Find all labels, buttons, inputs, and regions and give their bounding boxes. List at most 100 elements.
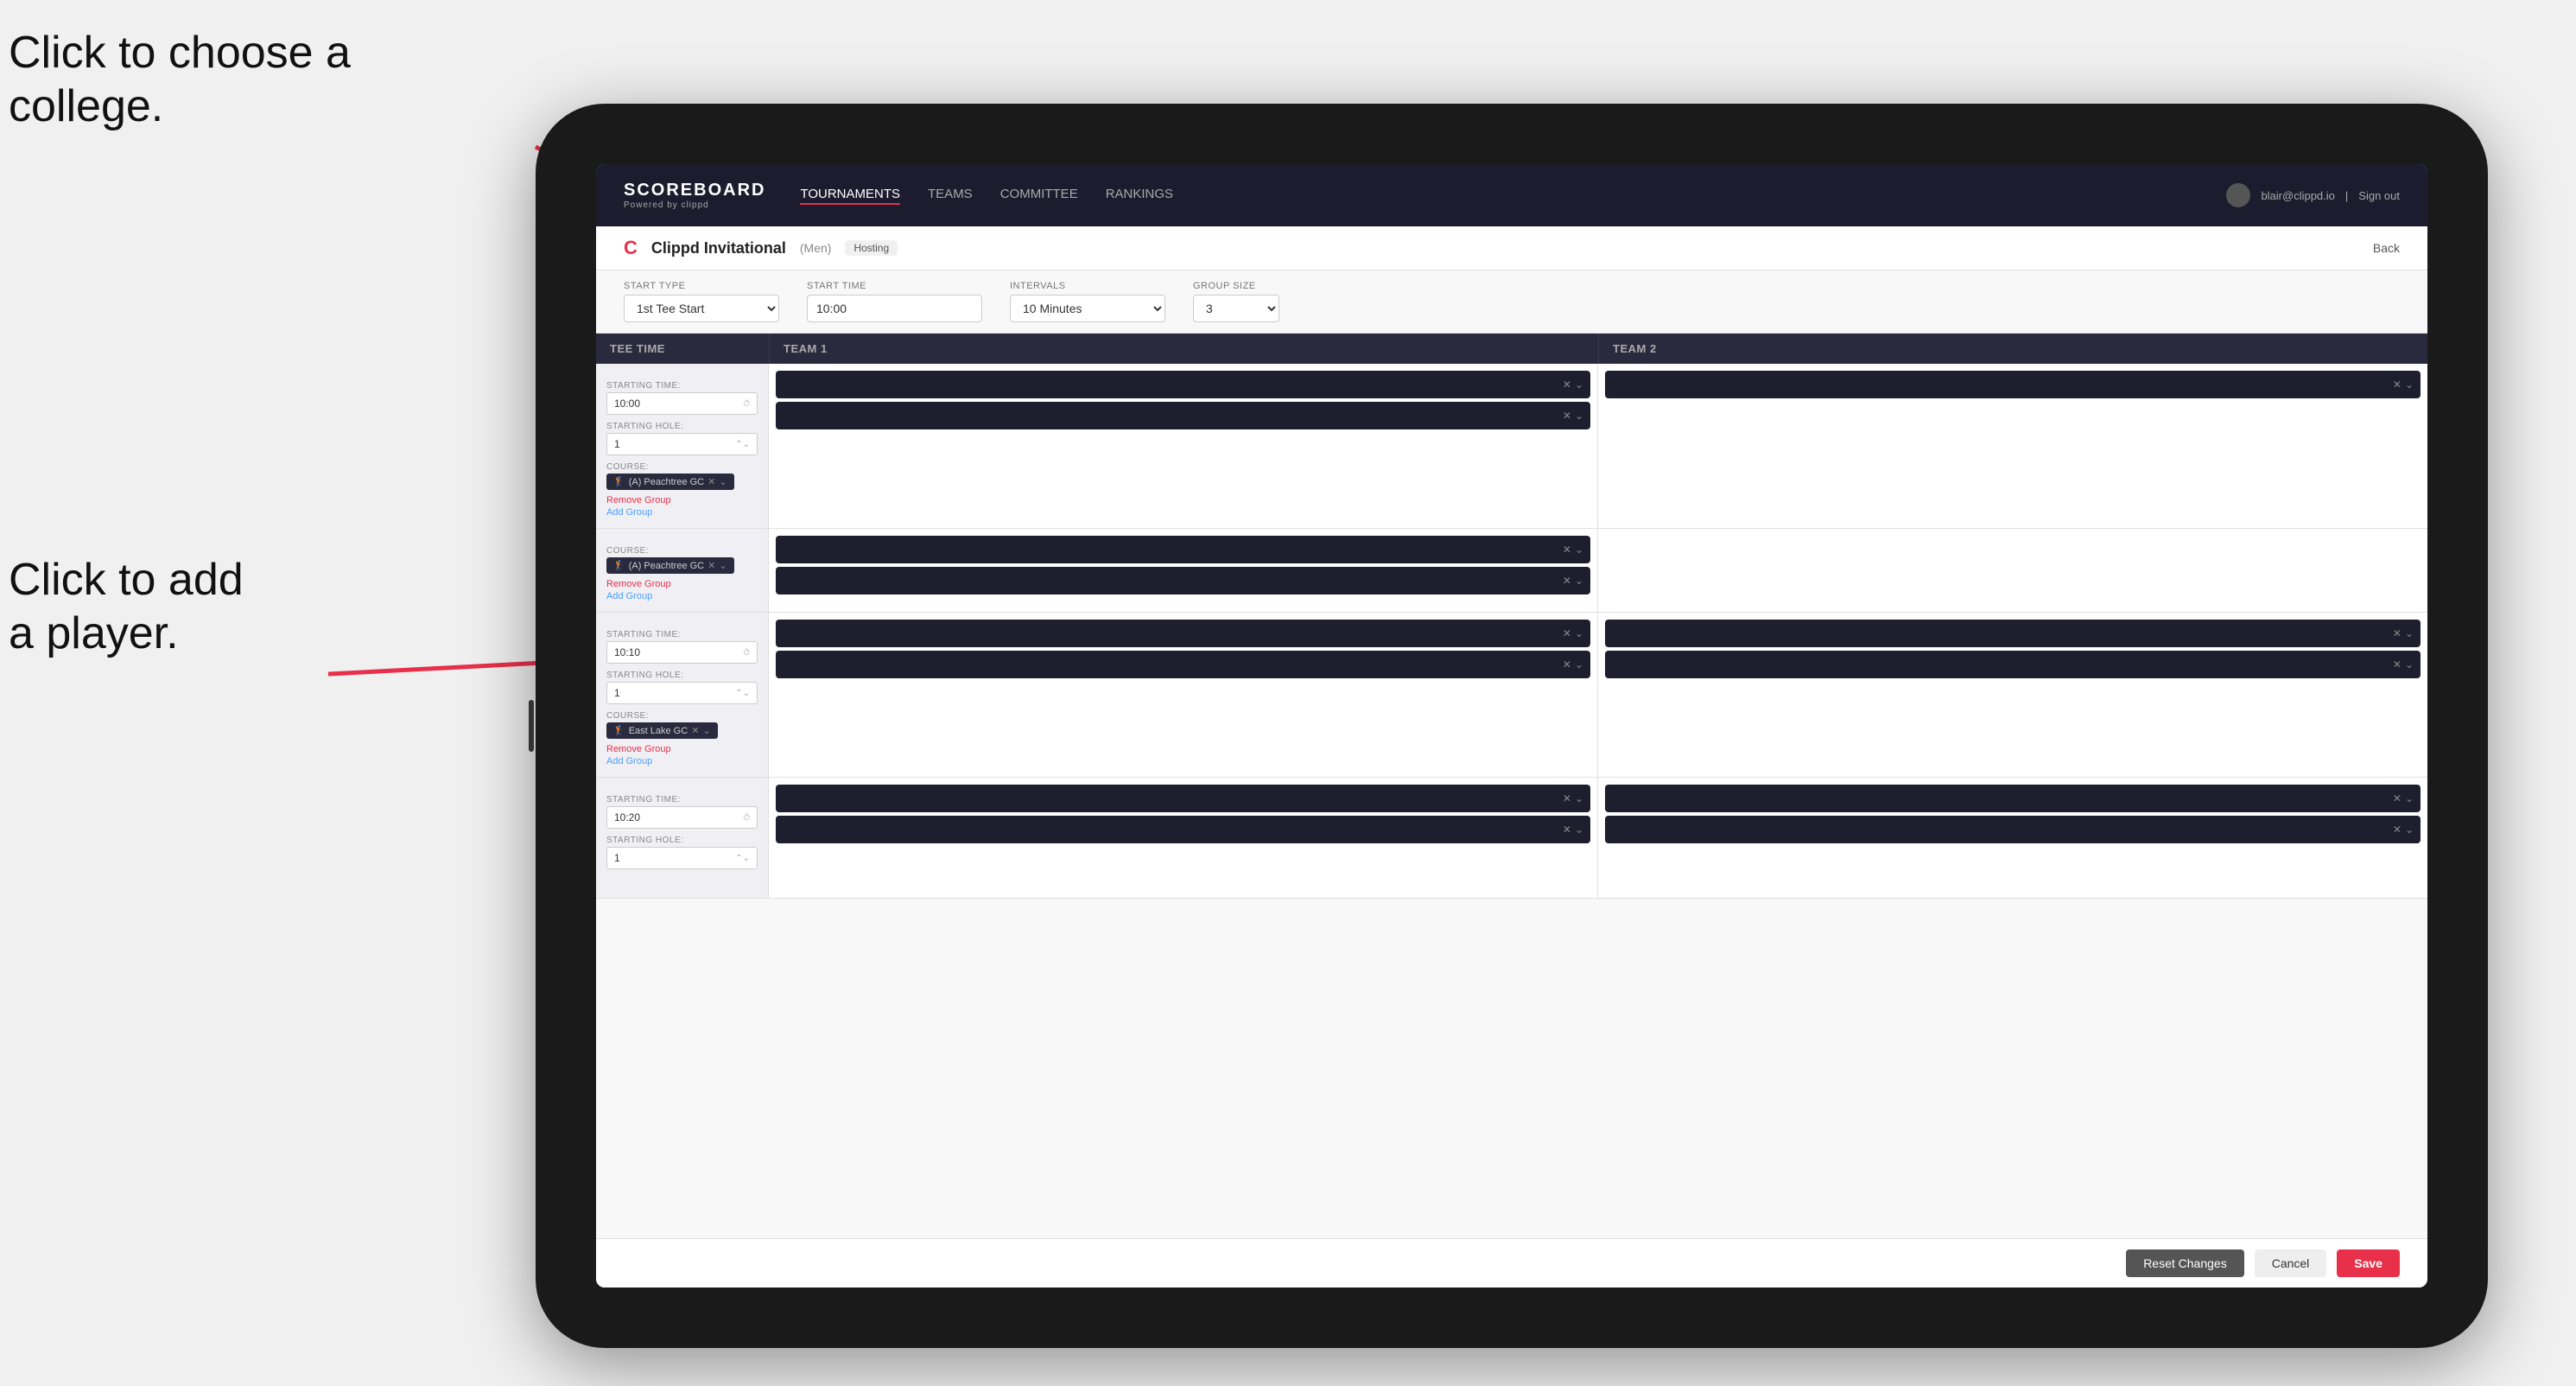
slot-up-3a-1[interactable]: ⌄	[1575, 792, 1583, 804]
player-slot-2a-1[interactable]: ✕⌄	[776, 620, 1590, 647]
slot-x-3a-1[interactable]: ✕	[1563, 792, 1571, 804]
slot-x-1-1[interactable]: ✕	[1563, 378, 1571, 391]
slot-up-3a-2[interactable]: ⌄	[1575, 823, 1583, 836]
clippd-logo: C	[624, 237, 638, 259]
player-slot-1b-2[interactable]: ✕⌄	[776, 567, 1590, 594]
slot-x-3a-2[interactable]: ✕	[1563, 823, 1571, 836]
slot-x-2a-1[interactable]: ✕	[1563, 627, 1571, 639]
starting-hole-value-2[interactable]: 1 ⌃⌄	[606, 682, 758, 704]
scroll-area[interactable]: STARTING TIME: 10:00 ⏱ STARTING HOLE: 1 …	[596, 364, 2427, 1238]
slot-up-2b-2[interactable]: ⌄	[2405, 658, 2414, 671]
starting-hole-label-2: STARTING HOLE:	[606, 671, 758, 680]
starting-time-value-2[interactable]: 10:10 ⏱	[606, 641, 758, 664]
slot-x-1-2[interactable]: ✕	[1563, 410, 1571, 422]
team2-col-2: ✕⌄ ✕⌄	[1598, 613, 2427, 777]
player-slot-2-1[interactable]: ✕⌄	[1605, 371, 2421, 398]
player-slot-1b-1[interactable]: ✕⌄	[776, 536, 1590, 563]
player-slot-1-2[interactable]: ✕⌄	[776, 402, 1590, 429]
slot-up-2a-1[interactable]: ⌄	[1575, 627, 1583, 639]
time-spinner-1[interactable]: ⏱	[743, 399, 750, 409]
slot-up-3b-2[interactable]: ⌄	[2405, 823, 2414, 836]
course-edit-1b[interactable]: ⌄	[719, 560, 726, 571]
tee-info-col-2: STARTING TIME: 10:10 ⏱ STARTING HOLE: 1 …	[596, 613, 769, 777]
reset-button[interactable]: Reset Changes	[2126, 1249, 2244, 1277]
intervals-label: Intervals	[1010, 281, 1165, 291]
course-remove-1b[interactable]: ✕	[707, 560, 715, 571]
player-slot-3b-1[interactable]: ✕⌄	[1605, 785, 2421, 812]
group-size-select[interactable]: 3	[1193, 295, 1279, 322]
course-edit-1[interactable]: ⌄	[719, 476, 726, 487]
player-slot-3a-1[interactable]: ✕⌄	[776, 785, 1590, 812]
course-edit-2[interactable]: ⌄	[702, 725, 710, 736]
slot-x-2b-2[interactable]: ✕	[2393, 658, 2402, 671]
slot-up-3b-1[interactable]: ⌄	[2405, 792, 2414, 804]
nav-tournaments[interactable]: TOURNAMENTS	[800, 187, 900, 205]
slot-up-1b-1[interactable]: ⌄	[1575, 544, 1583, 556]
starting-time-value-1[interactable]: 10:00 ⏱	[606, 392, 758, 415]
player-slot-2b-2[interactable]: ✕⌄	[1605, 651, 2421, 678]
nav-committee[interactable]: COMMITTEE	[1000, 187, 1078, 205]
content-wrapper: Tee Time Team 1 Team 2 STARTING TIME: 10…	[596, 334, 2427, 1238]
start-type-select[interactable]: 1st Tee Start	[624, 295, 779, 322]
slot-x-1b-1[interactable]: ✕	[1563, 544, 1571, 556]
slot-x-3b-1[interactable]: ✕	[2393, 792, 2402, 804]
team1-col-3: ✕⌄ ✕⌄	[769, 778, 1598, 898]
logo-sub: Powered by clippd	[624, 200, 765, 210]
cancel-button[interactable]: Cancel	[2255, 1249, 2327, 1277]
course-remove-1[interactable]: ✕	[707, 476, 715, 487]
remove-group-1[interactable]: Remove Group	[606, 495, 758, 505]
user-avatar	[2226, 183, 2250, 207]
slot-up-1-2[interactable]: ⌄	[1575, 410, 1583, 422]
logo-area: SCOREBOARD Powered by clippd	[624, 181, 765, 210]
time-spinner-3[interactable]: ⏱	[743, 813, 750, 823]
save-button[interactable]: Save	[2337, 1249, 2400, 1277]
slot-x-2b-1[interactable]: ✕	[2393, 627, 2402, 639]
add-group-1[interactable]: Add Group	[606, 507, 758, 518]
nav-rankings[interactable]: RANKINGS	[1106, 187, 1173, 205]
course-remove-2[interactable]: ✕	[691, 725, 699, 736]
hole-spinner-2[interactable]: ⌃⌄	[735, 689, 750, 698]
table-header: Tee Time Team 1 Team 2	[596, 334, 2427, 364]
nav-teams[interactable]: TEAMS	[928, 187, 973, 205]
slot-up-2-1[interactable]: ⌄	[2405, 378, 2414, 391]
tee-row: STARTING TIME: 10:00 ⏱ STARTING HOLE: 1 …	[596, 364, 2427, 529]
annotation-add-player: Click to add a player.	[9, 553, 244, 661]
slot-x-3b-2[interactable]: ✕	[2393, 823, 2402, 836]
starting-hole-value-1[interactable]: 1 ⌃⌄	[606, 433, 758, 455]
player-slot-3a-2[interactable]: ✕⌄	[776, 816, 1590, 843]
starting-time-value-3[interactable]: 10:20 ⏱	[606, 806, 758, 829]
team1-col-1b: ✕⌄ ✕⌄	[769, 529, 1598, 612]
side-handle	[529, 700, 534, 752]
intervals-select[interactable]: 10 Minutes	[1010, 295, 1165, 322]
course-tag-1b[interactable]: 🏌 (A) Peachtree GC ✕ ⌄	[606, 557, 734, 574]
remove-group-2[interactable]: Remove Group	[606, 744, 758, 754]
slot-up-1-1[interactable]: ⌄	[1575, 378, 1583, 391]
remove-group-1b[interactable]: Remove Group	[606, 579, 758, 589]
course-label-1b: COURSE:	[606, 546, 758, 556]
course-tag-1[interactable]: 🏌 (A) Peachtree GC ✕ ⌄	[606, 474, 734, 490]
annotation-choose-college: Click to choose a college.	[9, 26, 351, 134]
player-slot-1-1[interactable]: ✕⌄	[776, 371, 1590, 398]
tee-info-col-1b: COURSE: 🏌 (A) Peachtree GC ✕ ⌄ Remove Gr…	[596, 529, 769, 612]
back-button[interactable]: Back	[2373, 241, 2400, 255]
player-slot-3b-2[interactable]: ✕⌄	[1605, 816, 2421, 843]
slot-up-2a-2[interactable]: ⌄	[1575, 658, 1583, 671]
tournament-title: Clippd Invitational	[651, 239, 786, 257]
player-slot-2b-1[interactable]: ✕⌄	[1605, 620, 2421, 647]
start-time-input[interactable]	[807, 295, 982, 322]
starting-hole-value-3[interactable]: 1 ⌃⌄	[606, 847, 758, 869]
course-tag-2[interactable]: 🏌 East Lake GC ✕ ⌄	[606, 722, 718, 739]
sign-out-link[interactable]: Sign out	[2358, 189, 2400, 202]
slot-up-1b-2[interactable]: ⌄	[1575, 575, 1583, 587]
action-bar: Reset Changes Cancel Save	[596, 1238, 2427, 1287]
time-spinner-2[interactable]: ⏱	[743, 648, 750, 658]
slot-x-2a-2[interactable]: ✕	[1563, 658, 1571, 671]
hole-spinner-1[interactable]: ⌃⌄	[735, 440, 750, 449]
add-group-1b[interactable]: Add Group	[606, 591, 758, 601]
slot-up-2b-1[interactable]: ⌄	[2405, 627, 2414, 639]
add-group-2[interactable]: Add Group	[606, 756, 758, 766]
slot-x-1b-2[interactable]: ✕	[1563, 575, 1571, 587]
player-slot-2a-2[interactable]: ✕⌄	[776, 651, 1590, 678]
hole-spinner-3[interactable]: ⌃⌄	[735, 854, 750, 863]
slot-x-2-1[interactable]: ✕	[2393, 378, 2402, 391]
